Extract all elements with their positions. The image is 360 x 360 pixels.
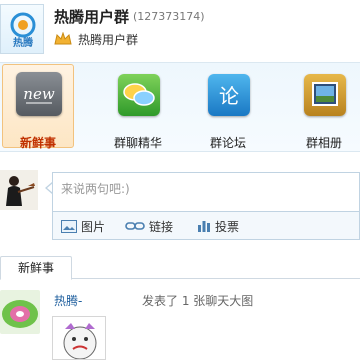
svg-text:论: 论 xyxy=(219,84,239,108)
nav-label-album: 群相册 xyxy=(305,136,342,150)
tool-link[interactable]: 链接 xyxy=(125,218,173,234)
new-icon: new xyxy=(16,72,62,116)
nav-item-forum[interactable]: 论 群论坛 xyxy=(192,62,264,152)
svg-text:热腾: 热腾 xyxy=(13,36,34,49)
feed-author-avatar[interactable] xyxy=(0,290,40,334)
forum-icon: 论 xyxy=(208,74,250,116)
tab-news[interactable]: 新鲜事 xyxy=(0,256,72,280)
feed-image-thumbnail[interactable] xyxy=(52,316,106,360)
composer-toolbar: 图片 链接 投票 xyxy=(52,212,360,240)
nav-label-chat-highlights: 群聊精华 xyxy=(113,136,162,150)
group-logo-icon: 热腾 xyxy=(10,12,36,49)
tool-label-image: 图片 xyxy=(81,219,106,234)
nav-item-album[interactable]: 群相册 xyxy=(288,62,360,152)
group-number: (127373174) xyxy=(133,10,205,23)
status-input[interactable]: 来说两句吧:) xyxy=(52,172,360,212)
group-subname: 热腾用户群 xyxy=(78,33,139,47)
feed-author-name[interactable]: 热腾- xyxy=(54,292,82,309)
user-avatar[interactable] xyxy=(0,170,38,210)
album-icon xyxy=(304,74,346,116)
group-avatar[interactable]: 热腾 xyxy=(0,4,44,54)
vote-icon xyxy=(198,221,210,232)
crown-icon xyxy=(54,31,72,49)
tool-image[interactable]: 图片 xyxy=(61,218,105,234)
nav-label-forum: 群论坛 xyxy=(209,136,246,150)
chat-bubbles-icon xyxy=(118,74,160,116)
tool-label-link: 链接 xyxy=(149,219,174,234)
nav-item-chat-highlights[interactable]: 群聊精华 xyxy=(102,62,174,152)
feed-action-text: 发表了 1 张聊天大图 xyxy=(142,294,254,308)
nav-item-news[interactable]: new 新鲜事 xyxy=(2,62,74,152)
svg-text:new: new xyxy=(23,85,55,103)
image-icon xyxy=(61,219,77,233)
tool-label-vote: 投票 xyxy=(215,219,240,234)
tool-vote[interactable]: 投票 xyxy=(197,218,239,234)
link-icon xyxy=(125,222,145,230)
nav-label-news: 新鲜事 xyxy=(19,136,56,150)
group-name: 热腾用户群 xyxy=(54,8,130,26)
